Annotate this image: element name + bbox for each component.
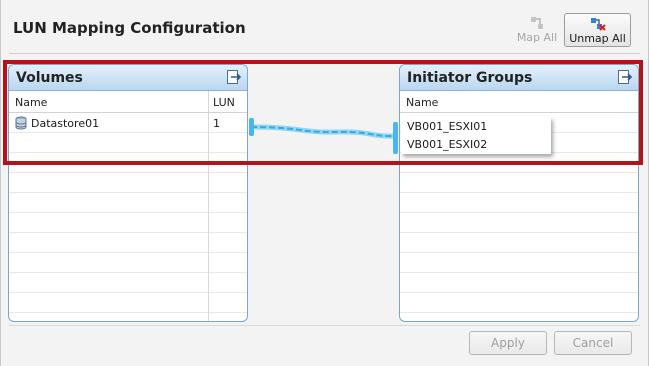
initiator-column-header: Name xyxy=(400,91,638,113)
unmap-all-button[interactable]: Unmap All xyxy=(564,13,631,47)
cancel-button[interactable]: Cancel xyxy=(554,331,632,355)
initiator-groups-panel-title: Initiator Groups xyxy=(407,70,533,86)
map-all-label: Map All xyxy=(516,31,558,44)
volume-name: Datastore01 xyxy=(31,117,100,130)
table-row-empty xyxy=(9,253,247,273)
table-row-empty xyxy=(400,153,638,173)
apply-button[interactable]: Apply xyxy=(469,331,547,355)
map-all-button[interactable]: Map All xyxy=(513,13,561,47)
column-name[interactable]: Name xyxy=(406,96,438,109)
map-all-icon xyxy=(531,17,543,29)
volume-lun: 1 xyxy=(213,117,220,130)
initiator-group-item[interactable]: VB001_ESXI01 xyxy=(407,120,487,133)
database-icon xyxy=(15,116,27,130)
volumes-panel: Volumes Name LUN Datastore01 1 xyxy=(8,64,248,322)
table-row-empty xyxy=(400,213,638,233)
table-row-empty xyxy=(9,133,247,153)
table-row-empty xyxy=(9,293,247,313)
table-row-empty xyxy=(9,213,247,233)
initiator-groups-panel: Initiator Groups Name xyxy=(399,64,639,322)
table-row-empty xyxy=(400,253,638,273)
footer-divider xyxy=(9,325,640,326)
table-row-empty xyxy=(400,273,638,293)
volumes-panel-header: Volumes xyxy=(9,65,247,91)
header-divider xyxy=(9,53,640,54)
unmap-all-label: Unmap All xyxy=(569,32,626,45)
table-row-empty xyxy=(400,173,638,193)
dialog-title: LUN Mapping Configuration xyxy=(13,19,246,37)
table-row[interactable]: Datastore01 1 xyxy=(9,113,247,133)
lun-mapping-dialog: LUN Mapping Configuration Map All Unmap … xyxy=(0,0,649,366)
table-row-empty xyxy=(400,193,638,213)
table-row-empty xyxy=(9,173,247,193)
volumes-panel-title: Volumes xyxy=(16,70,83,86)
initiator-group-list: VB001_ESXI01 VB001_ESXI02 xyxy=(401,117,551,154)
export-icon[interactable] xyxy=(618,70,633,84)
unmap-all-icon xyxy=(590,18,606,31)
volumes-column-header: Name LUN xyxy=(9,91,247,113)
export-icon[interactable] xyxy=(227,70,242,84)
column-lun[interactable]: LUN xyxy=(213,96,235,109)
table-row-empty xyxy=(9,193,247,213)
table-row-empty xyxy=(400,233,638,253)
table-row-empty xyxy=(9,233,247,253)
table-row-empty xyxy=(9,273,247,293)
table-row-empty xyxy=(400,293,638,313)
column-divider xyxy=(208,91,209,321)
initiator-group-item[interactable]: VB001_ESXI02 xyxy=(407,138,487,151)
column-name[interactable]: Name xyxy=(15,96,47,109)
table-row-empty xyxy=(9,153,247,173)
initiator-groups-panel-header: Initiator Groups xyxy=(400,65,638,91)
